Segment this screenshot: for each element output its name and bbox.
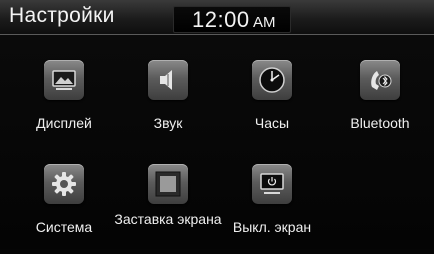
tile-system-label: Система: [35, 219, 93, 235]
tile-clock[interactable]: Часы: [218, 60, 326, 150]
tile-screen-off-label: Выкл. экран: [232, 219, 312, 235]
tile-screensaver-label: Заставка экрана: [114, 211, 222, 227]
tile-sound-label: Звук: [153, 115, 183, 131]
tile-clock-label: Часы: [254, 115, 290, 131]
gear-icon: [44, 164, 84, 204]
tile-screen-off[interactable]: Выкл. экран: [218, 164, 326, 254]
speaker-icon: [148, 60, 188, 100]
screen-off-icon: [252, 164, 292, 204]
header-bar: Настройки 12:00 AM: [0, 0, 434, 35]
tile-screensaver[interactable]: Заставка экрана: [114, 164, 222, 254]
screensaver-icon: [148, 164, 188, 204]
tile-bluetooth-label: Bluetooth: [350, 115, 410, 131]
page-title: Настройки: [9, 4, 115, 27]
clock-display[interactable]: 12:00 AM: [173, 6, 291, 33]
tile-bluetooth[interactable]: Bluetooth: [326, 60, 434, 150]
clock-ampm: AM: [253, 14, 276, 31]
bluetooth-phone-icon: [360, 60, 400, 100]
clock-icon: [252, 60, 292, 100]
clock-time: 12:00: [192, 7, 250, 32]
tile-system[interactable]: Система: [10, 164, 118, 254]
tile-display[interactable]: Дисплей: [10, 60, 118, 150]
tile-display-label: Дисплей: [36, 115, 92, 131]
settings-screen: Настройки 12:00 AM Дисплей Звук Часы Blu…: [0, 0, 434, 249]
tile-sound[interactable]: Звук: [114, 60, 222, 150]
display-icon: [44, 60, 84, 100]
